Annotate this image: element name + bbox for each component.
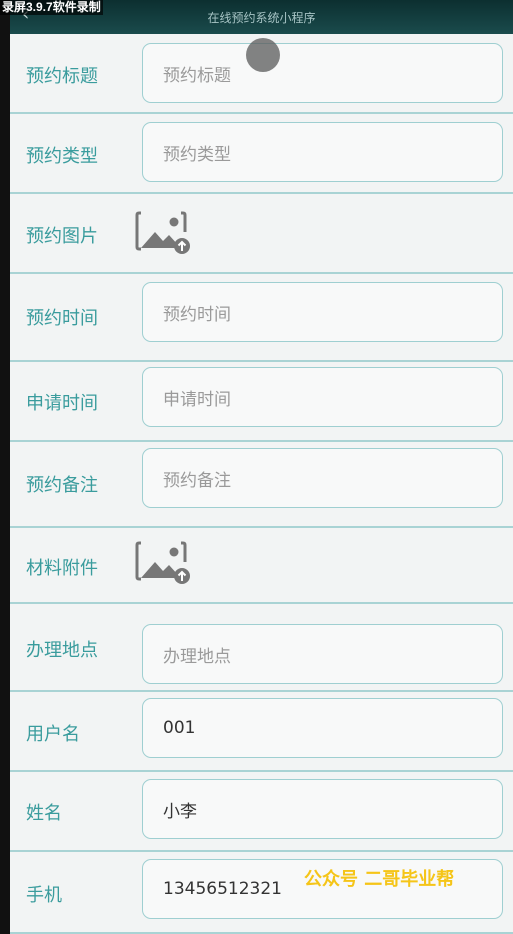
field-row-apply-time: 申请时间 申请时间 xyxy=(10,362,513,442)
left-edge xyxy=(0,0,10,934)
touch-indicator xyxy=(246,38,280,72)
field-row-type: 预约类型 预约类型 xyxy=(10,114,513,194)
field-label: 手机 xyxy=(26,885,62,906)
type-input[interactable]: 预约类型 xyxy=(142,122,503,182)
appointment-form: 预约标题 预约标题 预约类型 预约类型 预约图片 预约时间 预约时间 申请时间 … xyxy=(10,34,513,934)
field-label: 预约类型 xyxy=(26,146,98,167)
time-input[interactable]: 预约时间 xyxy=(142,282,503,342)
title-input[interactable]: 预约标题 xyxy=(142,43,503,103)
field-label: 预约备注 xyxy=(26,475,98,496)
field-row-attachment: 材料附件 xyxy=(10,528,513,604)
field-label: 办理地点 xyxy=(26,640,98,661)
field-label: 姓名 xyxy=(26,803,62,824)
field-row-note: 预约备注 预约备注 xyxy=(10,442,513,528)
field-label: 用户名 xyxy=(26,724,80,745)
field-row-time: 预约时间 预约时间 xyxy=(10,274,513,362)
field-row-image: 预约图片 xyxy=(10,194,513,274)
field-label: 预约标题 xyxy=(26,66,98,87)
field-row-location: 办理地点 办理地点 xyxy=(10,604,513,692)
field-label: 预约时间 xyxy=(26,308,98,329)
image-upload-icon[interactable] xyxy=(135,210,191,254)
field-label: 材料附件 xyxy=(26,558,98,579)
field-row-name: 姓名 小李 xyxy=(10,772,513,852)
username-input[interactable]: 001 xyxy=(142,698,503,758)
field-label: 申请时间 xyxy=(26,393,98,414)
image-upload-icon[interactable] xyxy=(135,540,191,584)
field-row-username: 用户名 001 xyxy=(10,692,513,772)
recorder-watermark: 录屏3.9.7软件录制 xyxy=(0,0,103,15)
promo-watermark: 公众号 二哥毕业帮 xyxy=(304,869,455,890)
note-input[interactable]: 预约备注 xyxy=(142,448,503,508)
apply-time-input[interactable]: 申请时间 xyxy=(142,367,503,427)
location-input[interactable]: 办理地点 xyxy=(142,624,503,684)
name-input[interactable]: 小李 xyxy=(142,779,503,839)
field-label: 预约图片 xyxy=(26,226,98,247)
